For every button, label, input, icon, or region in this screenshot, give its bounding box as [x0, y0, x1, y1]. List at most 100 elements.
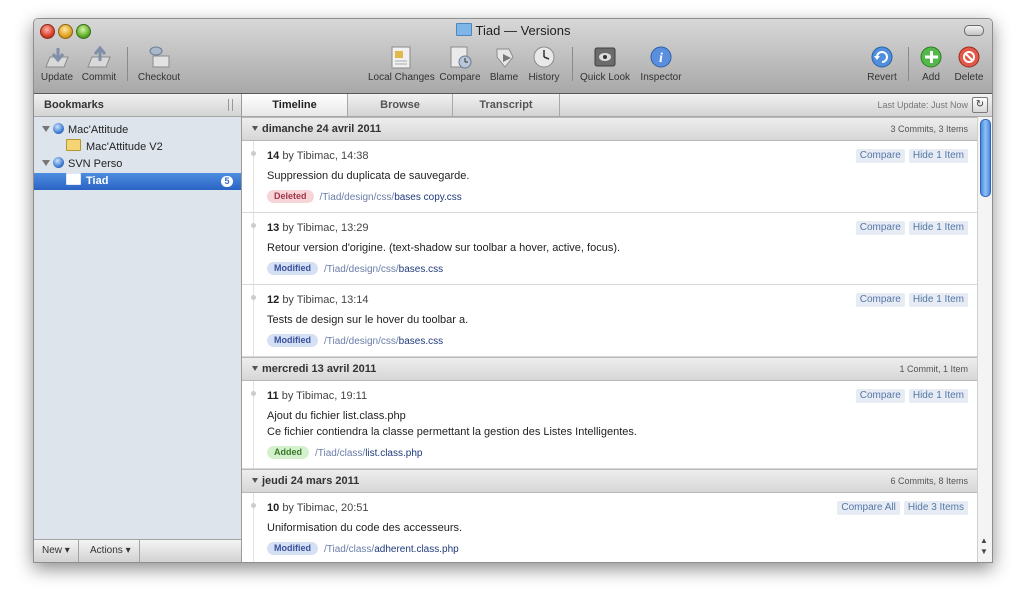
- disclosure-triangle-icon: [252, 366, 258, 371]
- folder-icon: [66, 173, 81, 185]
- content-area: Bookmarks Mac'Attitude Mac'Attitude V2 S…: [34, 94, 992, 562]
- file-link[interactable]: bases.css: [399, 264, 443, 275]
- globe-icon: [53, 157, 64, 168]
- bookmarks-sidebar: Bookmarks Mac'Attitude Mac'Attitude V2 S…: [34, 94, 242, 562]
- hide-items-button[interactable]: Hide 1 Item: [908, 293, 968, 307]
- refresh-button[interactable]: ↻: [972, 97, 988, 113]
- blame-icon: [490, 44, 518, 70]
- file-link[interactable]: bases.css: [399, 336, 443, 347]
- status-badge: Modified: [267, 262, 318, 275]
- tab-timeline[interactable]: Timeline: [242, 94, 348, 116]
- history-button[interactable]: History: [524, 44, 564, 83]
- day-header[interactable]: dimanche 24 avril 2011 3 Commits, 3 Item…: [242, 117, 978, 141]
- scroll-up-arrow-icon[interactable]: ▲: [980, 536, 988, 546]
- commit-button[interactable]: Commit: [79, 44, 119, 83]
- changes-count-badge: 5: [221, 176, 233, 187]
- commit-row[interactable]: 12 by Tibimac, 13:14 Tests de design sur…: [242, 285, 978, 357]
- compare-button[interactable]: Compare: [855, 293, 905, 307]
- status-badge: Deleted: [267, 190, 314, 203]
- commit-row[interactable]: 13 by Tibimac, 13:29 Retour version d'or…: [242, 213, 978, 285]
- actions-menu-button[interactable]: Actions ▾: [82, 540, 140, 562]
- day-header[interactable]: jeudi 24 mars 2011 6 Commits, 8 Items: [242, 469, 978, 493]
- timeline-list[interactable]: dimanche 24 avril 2011 3 Commits, 3 Item…: [242, 117, 978, 562]
- window-title: Tiad — Versions: [34, 23, 992, 38]
- local-changes-button[interactable]: Local Changes: [368, 44, 435, 83]
- last-update-label: Last Update: Just Now: [877, 100, 968, 110]
- compare-button[interactable]: Compare: [855, 389, 905, 403]
- add-button[interactable]: Add: [914, 44, 948, 83]
- folder-icon: [66, 139, 81, 151]
- bookmark-group-macattitude[interactable]: Mac'Attitude: [34, 122, 241, 139]
- hide-items-button[interactable]: Hide 1 Item: [908, 221, 968, 235]
- new-menu-button[interactable]: New ▾: [34, 540, 79, 562]
- plus-icon: [917, 44, 945, 70]
- blame-button[interactable]: Blame: [486, 44, 522, 83]
- toolbar-separator: [572, 47, 573, 81]
- status-badge: Modified: [267, 542, 318, 555]
- bookmark-item-tiad[interactable]: Tiad 5: [34, 173, 241, 190]
- compare-all-button[interactable]: Compare All: [837, 501, 900, 515]
- delete-icon: [955, 44, 983, 70]
- vertical-scrollbar[interactable]: ▲ ▼: [977, 117, 992, 562]
- tab-browse[interactable]: Browse: [348, 94, 453, 116]
- compare-icon: [446, 44, 474, 70]
- checkout-button[interactable]: Checkout: [134, 44, 184, 83]
- quick-look-button[interactable]: Quick Look: [576, 44, 634, 83]
- day-header[interactable]: mercredi 13 avril 2011 1 Commit, 1 Item: [242, 357, 978, 381]
- file-link[interactable]: list.class.php: [365, 448, 422, 459]
- globe-icon: [53, 123, 64, 134]
- sidebar-header: Bookmarks: [34, 94, 241, 117]
- file-link[interactable]: adherent.class.php: [374, 544, 459, 555]
- status-badge: Modified: [267, 334, 318, 347]
- view-tabs: Timeline Browse Transcript Last Update: …: [242, 94, 992, 117]
- revert-button[interactable]: Revert: [862, 44, 902, 83]
- compare-button[interactable]: Compare: [438, 44, 482, 83]
- local-changes-icon: [387, 44, 415, 70]
- bookmark-group-svn-perso[interactable]: SVN Perso: [34, 156, 241, 173]
- toolbar-separator: [127, 47, 128, 81]
- timeline-dot-icon: [251, 223, 256, 228]
- toolbar-separator: [908, 47, 909, 81]
- revert-icon: [868, 44, 896, 70]
- status-badge: Added: [267, 446, 309, 459]
- app-window: Tiad — Versions Update Commit Checkout L…: [33, 18, 993, 563]
- file-link[interactable]: bases copy.css: [394, 192, 462, 203]
- hide-items-button[interactable]: Hide 3 Items: [903, 501, 968, 515]
- refresh-icon: ↻: [975, 99, 985, 110]
- inspector-button[interactable]: i Inspector: [638, 44, 684, 83]
- disclosure-triangle-icon[interactable]: [42, 126, 50, 132]
- sidebar-footer: New ▾ Actions ▾: [34, 539, 241, 562]
- compare-button[interactable]: Compare: [855, 149, 905, 163]
- update-button[interactable]: Update: [39, 44, 75, 83]
- timeline-dot-icon: [251, 295, 256, 300]
- timeline-dot-icon: [251, 503, 256, 508]
- checkout-icon: [145, 44, 173, 70]
- commit-row[interactable]: 10 by Tibimac, 20:51 Uniformisation du c…: [242, 493, 978, 562]
- delete-button[interactable]: Delete: [950, 44, 988, 83]
- disclosure-triangle-icon: [252, 478, 258, 483]
- history-icon: [530, 44, 558, 70]
- eye-icon: [591, 44, 619, 70]
- timeline-dot-icon: [251, 151, 256, 156]
- scrollbar-thumb[interactable]: [980, 119, 991, 197]
- commit-row[interactable]: 14 by Tibimac, 14:38 Suppression du dupl…: [242, 141, 978, 213]
- disclosure-triangle-icon[interactable]: [42, 160, 50, 166]
- info-icon: i: [647, 44, 675, 70]
- commit-row[interactable]: 11 by Tibimac, 19:11 Ajout du fichier li…: [242, 381, 978, 469]
- hide-items-button[interactable]: Hide 1 Item: [908, 149, 968, 163]
- tab-transcript[interactable]: Transcript: [453, 94, 560, 116]
- hide-items-button[interactable]: Hide 1 Item: [908, 389, 968, 403]
- svg-text:i: i: [659, 51, 663, 66]
- update-icon: [43, 44, 71, 70]
- scroll-down-arrow-icon[interactable]: ▼: [980, 547, 988, 557]
- toolbar-toggle-button[interactable]: [964, 25, 984, 36]
- disclosure-triangle-icon: [252, 126, 258, 131]
- commit-icon: [85, 44, 113, 70]
- main-panel: Timeline Browse Transcript Last Update: …: [242, 94, 992, 562]
- bookmark-item-macattitude-v2[interactable]: Mac'Attitude V2: [34, 139, 241, 156]
- title-toolbar: Tiad — Versions Update Commit Checkout L…: [34, 19, 992, 94]
- resize-grip-icon[interactable]: [228, 99, 233, 111]
- timeline-dot-icon: [251, 391, 256, 396]
- compare-button[interactable]: Compare: [855, 221, 905, 235]
- folder-icon: [455, 23, 472, 36]
